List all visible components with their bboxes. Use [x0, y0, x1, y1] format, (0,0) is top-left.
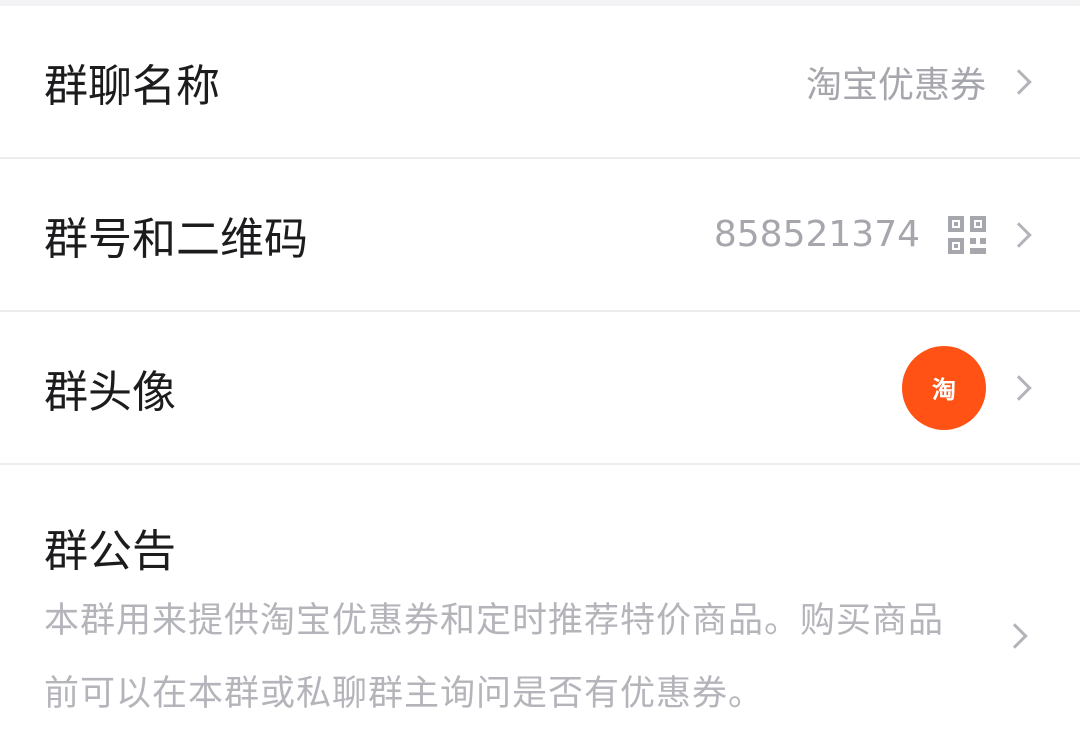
chevron-right-icon	[1006, 374, 1032, 401]
group-avatar-right: 淘	[902, 345, 1032, 430]
group-avatar-row[interactable]: 群头像 淘	[0, 312, 1080, 465]
announcement-text: 本群用来提供淘宝优惠券和定时推荐特价商品。购买商品前可以在本群或私聊群主询问是否…	[44, 601, 945, 714]
announcement-label: 群公告	[44, 526, 176, 577]
group-id-label: 群号和二维码	[44, 213, 308, 265]
chevron-right-icon	[1006, 221, 1032, 248]
group-name-row[interactable]: 群聊名称 淘宝优惠券	[0, 6, 1080, 159]
group-name-value: 淘宝优惠券	[805, 64, 986, 106]
group-id-value: 858521374	[713, 214, 920, 255]
group-avatar: 淘	[902, 345, 986, 430]
group-id-right: 858521374	[713, 214, 1032, 255]
chevron-right-icon	[1002, 623, 1028, 649]
group-name-right: 淘宝优惠券	[805, 56, 1032, 108]
group-name-label: 群聊名称	[44, 60, 220, 112]
qr-code-icon	[948, 215, 986, 254]
group-avatar-label: 群头像	[44, 366, 176, 418]
announcement-row[interactable]: 群公告 本群用来提供淘宝优惠券和定时推荐特价商品。购买商品前可以在本群或私聊群主…	[0, 465, 1080, 753]
avatar-text: 淘	[932, 376, 956, 404]
chevron-right-icon	[1006, 68, 1032, 95]
group-id-row[interactable]: 群号和二维码 858521374	[0, 159, 1080, 312]
